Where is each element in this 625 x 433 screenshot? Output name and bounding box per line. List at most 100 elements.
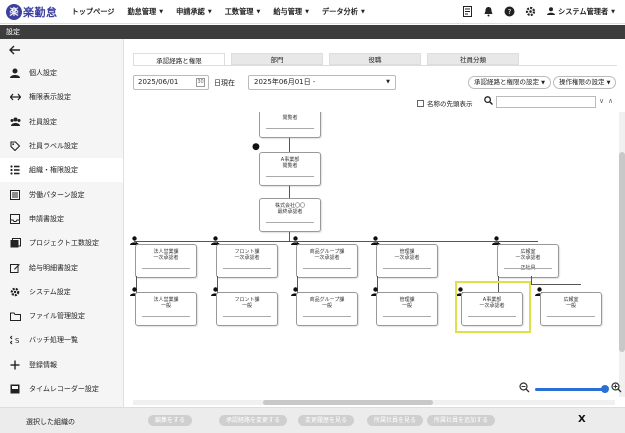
footer-button-4[interactable]: 所属社員を追加する: [427, 415, 496, 426]
nav-item-5[interactable]: データ分析 ▼: [322, 7, 365, 17]
sidebar-item-12[interactable]: 登録情報: [0, 353, 123, 377]
main-content: 承認経路と権限 部門 役職 社員分類 2025/06/01 30 日現在 2025年0…: [125, 39, 625, 407]
calendar-icon[interactable]: 30: [196, 78, 205, 87]
horizontal-scrollbar[interactable]: [133, 400, 615, 405]
sidebar-item-6[interactable]: 申請書設定: [0, 207, 123, 231]
org-node-top[interactable]: 閲覧者: [259, 112, 321, 138]
sidebar-item-7[interactable]: プロジェクト工数設定: [0, 231, 123, 255]
scroll-thumb[interactable]: [263, 400, 433, 405]
zoom-slider-track[interactable]: [535, 388, 603, 391]
zoom-out-icon[interactable]: [519, 382, 530, 396]
sidebar-item-0[interactable]: 個人設定: [0, 61, 123, 85]
sidebar-item-5[interactable]: 労働パターン設定: [0, 182, 123, 206]
excel-export-icon[interactable]: X: [578, 414, 590, 426]
sidebar-item-11[interactable]: S バッチ処理一覧: [0, 328, 123, 352]
date-input[interactable]: 2025/06/01 30: [133, 75, 209, 90]
plus-icon: [8, 358, 22, 372]
org-node-row2-2[interactable]: 商品グループ課 一次承認者: [296, 244, 358, 278]
node-divider: [504, 268, 552, 269]
route-settings-label: 承認経路と権限の設定: [474, 78, 539, 86]
ops-settings-button[interactable]: 操作権限の設定 ▼: [553, 76, 617, 89]
nav-item-0[interactable]: トップページ: [72, 7, 115, 17]
name-first-checkbox[interactable]: 名称の先頭表示: [417, 98, 473, 108]
sidebar-item-10[interactable]: ファイル管理設定: [0, 304, 123, 328]
node-role: 閲覧者: [282, 115, 298, 121]
period-select[interactable]: 2025年06月01日 - ▼: [248, 75, 396, 90]
nav-item-label: 勤怠管理: [127, 6, 157, 16]
vertical-scrollbar[interactable]: [619, 112, 625, 397]
sidebar-item-9[interactable]: システム設定: [0, 280, 123, 304]
org-node-row3-3[interactable]: 管理課 一般: [376, 292, 438, 326]
route-settings-button[interactable]: 承認経路と権限の設定 ▼: [468, 76, 551, 89]
sidebar: 個人設定権限表示設定 社員設定 社員ラベル設定 組織・権限設定 労働パターン設定 申請書設…: [0, 39, 124, 407]
chevron-down-icon: ▼: [305, 8, 309, 15]
sidebar-item-4[interactable]: 組織・権限設定: [0, 158, 123, 183]
tab-0[interactable]: 承認経路と権限: [133, 53, 225, 65]
main-menu: トップページ 勤怠管理 ▼ 申請承認 ▼ 工数管理 ▼ 給与管理 ▼ データ分析 ▼: [72, 7, 378, 17]
zoom-in-icon[interactable]: [611, 382, 622, 396]
org-node-row2-4[interactable]: 広報室一次承認者正社員: [497, 244, 559, 278]
org-node-row2-3[interactable]: 管理課 一次承認者: [376, 244, 438, 278]
org-node-row2-1[interactable]: フロント課 一次承認者: [216, 244, 278, 278]
scroll-thumb[interactable]: [619, 152, 625, 352]
user-menu[interactable]: システム管理者 ▼: [547, 7, 615, 17]
org-node-row3-0[interactable]: 法人営業課 一般: [135, 292, 197, 326]
sidebar-item-label: バッチ処理一覧: [29, 336, 78, 345]
chevron-down-icon[interactable]: ∨: [599, 97, 604, 105]
org-chart[interactable]: 閲覧者 ● A事業部 閲覧者 株式会社〇〇 最終承認者 法人営業課 一次承認者 フロ…: [125, 112, 617, 402]
node-divider: [266, 222, 314, 223]
back-arrow-icon[interactable]: [0, 39, 123, 61]
org-node-row3-5[interactable]: 広報室 一般: [540, 292, 602, 326]
org-node-dept[interactable]: A事業部 閲覧者: [259, 152, 321, 186]
tab-2[interactable]: 役職: [329, 53, 421, 65]
bell-icon[interactable]: [482, 5, 495, 18]
node-role: 一般: [321, 303, 332, 309]
receipt-icon[interactable]: [461, 5, 474, 18]
nav-item-2[interactable]: 申請承認 ▼: [176, 7, 212, 17]
footer-button-1[interactable]: 承認経路を変更する: [219, 415, 288, 426]
tab-3[interactable]: 社員分類: [427, 53, 519, 65]
gear-icon[interactable]: [524, 5, 537, 18]
folder-icon: [8, 309, 22, 323]
list-doc-icon: [8, 188, 22, 202]
connector: [531, 276, 532, 284]
connector: [289, 138, 290, 152]
checkbox[interactable]: [417, 99, 424, 107]
tab-1[interactable]: 部門: [231, 53, 323, 65]
sidebar-item-8[interactable]: 給与明細書設定: [0, 255, 123, 279]
swap-arrows-icon: [8, 90, 22, 104]
sidebar-item-1[interactable]: 権限表示設定: [0, 85, 123, 109]
search-input[interactable]: [496, 96, 596, 108]
nav-item-4[interactable]: 給与管理 ▼: [273, 7, 309, 17]
sidebar-item-label: 個人設定: [29, 69, 57, 78]
org-node-row2-0[interactable]: 法人営業課 一次承認者: [135, 244, 197, 278]
chevron-down-icon: ▼: [256, 8, 261, 15]
org-node-row3-1[interactable]: フロント課 一般: [216, 292, 278, 326]
nav-item-3[interactable]: 工数管理 ▼: [225, 7, 261, 17]
org-node-row3-2[interactable]: 商品グループ課 一般: [296, 292, 358, 326]
node-divider: [266, 176, 314, 177]
app-logo[interactable]: 楽 楽勤怠: [6, 3, 58, 20]
person-icon: ●: [252, 142, 260, 152]
sidebar-item-3[interactable]: 社員ラベル設定: [0, 134, 123, 158]
help-icon[interactable]: ?: [503, 5, 516, 18]
footer-button-2[interactable]: 変更履歴を見る: [298, 415, 355, 426]
footer-button-3[interactable]: 所属社員を見る: [367, 415, 424, 426]
tab-bar: 承認経路と権限 部門 役職 社員分類: [133, 53, 525, 65]
node-role: 一般: [160, 303, 171, 309]
node-role: 一次承認者: [515, 255, 541, 261]
sidebar-item-13[interactable]: タイムレコーダー設定: [0, 377, 123, 401]
chevron-up-icon[interactable]: ∧: [608, 97, 613, 105]
nav-item-label: トップページ: [71, 6, 115, 16]
node-role: 一次承認者: [314, 255, 340, 261]
zoom-slider-knob[interactable]: [601, 385, 609, 393]
org-node-company[interactable]: 株式会社〇〇 最終承認者: [259, 198, 321, 232]
nav-item-1[interactable]: 勤怠管理 ▼: [127, 7, 163, 17]
footer-button-0[interactable]: 編集をする: [148, 415, 193, 426]
sidebar-item-label: 登録情報: [29, 360, 57, 369]
connector: [531, 284, 581, 285]
chevron-down-icon: ▼: [606, 80, 611, 86]
footer-label: 選択した組織の: [26, 418, 75, 426]
node-divider: [223, 316, 271, 317]
sidebar-item-2[interactable]: 社員設定: [0, 110, 123, 134]
